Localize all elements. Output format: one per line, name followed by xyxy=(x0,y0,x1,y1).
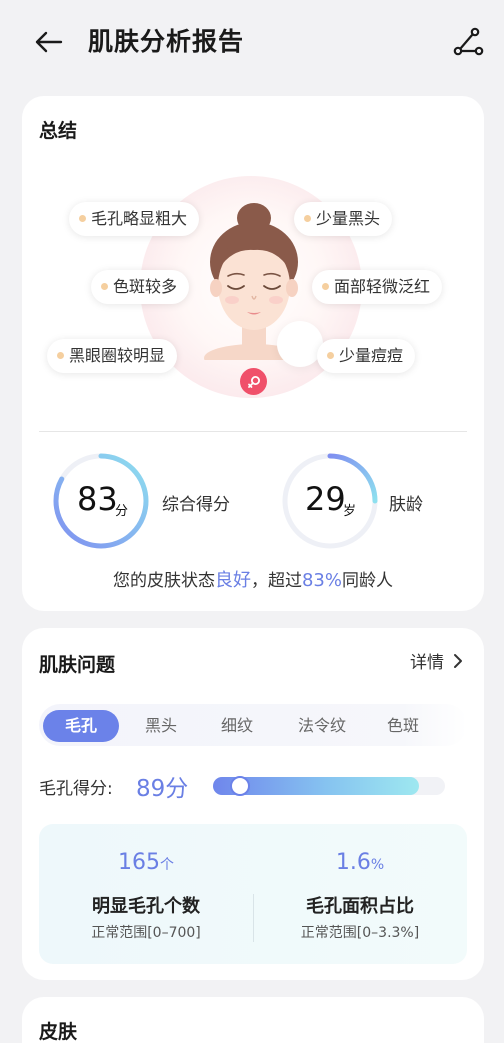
summary-title: 总结 xyxy=(39,120,78,142)
skin-issues-card: 肌肤问题 详情 毛孔 黑头 细纹 法令纹 色斑 毛孔得分: 89分 165个 明… xyxy=(22,628,484,980)
tab-nasolabial-folds[interactable]: 法令纹 xyxy=(285,710,359,742)
overall-score-unit: 分 xyxy=(115,504,129,519)
pore-score-bar xyxy=(213,776,445,796)
issues-title: 肌肤问题 xyxy=(39,654,116,676)
back-button[interactable] xyxy=(30,24,66,60)
skin-age-unit: 岁 xyxy=(343,504,357,519)
skin-tag: 黑眼圈较明显 xyxy=(47,339,178,373)
skin-tag: 面部轻微泛红 xyxy=(312,270,443,304)
stat-range: 正常范围[0–3.3%] xyxy=(300,925,420,941)
summary-card: 总结 毛孔略显粗大 少量黑头 色斑较多 面部轻微泛红 黑眼圈较明显 少量痘痘 8… xyxy=(22,96,484,611)
pore-stats-panel: 165个 明显毛孔个数 正常范围[0–700] 1.6% 毛孔面积占比 正常范围… xyxy=(39,824,467,964)
overall-score-value: 83 xyxy=(77,480,118,518)
stat-name: 毛孔面积占比 xyxy=(306,896,414,917)
tab-pores[interactable]: 毛孔 xyxy=(43,710,119,742)
pore-score-marker xyxy=(230,776,250,796)
pore-score-value: 89分 xyxy=(136,776,189,802)
stat-name: 明显毛孔个数 xyxy=(92,896,200,917)
chevron-right-icon xyxy=(454,653,462,668)
status-suffix: 同龄人 xyxy=(342,571,393,591)
stat-number: 165 xyxy=(118,850,160,875)
arrow-left-icon xyxy=(35,31,63,53)
status-prefix: 您的皮肤状态 xyxy=(112,571,215,591)
top-bar: 肌肤分析报告 xyxy=(0,0,504,84)
issue-tabs: 毛孔 黑头 细纹 法令纹 色斑 xyxy=(39,704,467,746)
stat-pore-count: 165个 明显毛孔个数 正常范围[0–700] xyxy=(39,824,253,964)
stat-range: 正常范围[0–700] xyxy=(91,925,201,941)
tab-fine-lines[interactable]: 细纹 xyxy=(207,710,267,742)
skin-card: 皮肤 xyxy=(22,997,484,1043)
stat-value: 1.6% xyxy=(253,850,467,875)
share-nodes-icon xyxy=(453,27,484,56)
tab-blackheads[interactable]: 黑头 xyxy=(131,710,191,742)
stat-unit: 个 xyxy=(160,857,174,873)
stat-pore-area: 1.6% 毛孔面积占比 正常范围[0–3.3%] xyxy=(253,824,467,964)
status-value: 良好 xyxy=(214,570,251,591)
skin-tag: 色斑较多 xyxy=(91,270,190,304)
details-label: 详情 xyxy=(410,653,444,673)
status-middle: ，超过 xyxy=(250,571,302,591)
overall-score-label: 综合得分 xyxy=(162,495,230,515)
pore-score-label: 毛孔得分: xyxy=(39,779,113,799)
details-link[interactable]: 详情 xyxy=(410,648,466,673)
skin-tag: 毛孔略显粗大 xyxy=(69,202,200,236)
status-percent: 83% xyxy=(301,570,342,591)
stat-value: 165个 xyxy=(39,850,253,875)
divider xyxy=(39,431,467,432)
skin-age-value: 29 xyxy=(305,480,346,518)
status-sentence: 您的皮肤状态良好，超过83%同龄人 xyxy=(22,566,484,592)
skin-title: 皮肤 xyxy=(39,1021,78,1043)
skin-tag: 少量痘痘 xyxy=(317,339,416,373)
stat-unit: % xyxy=(370,857,385,873)
page-title: 肌肤分析报告 xyxy=(88,27,245,56)
female-icon xyxy=(240,368,267,395)
skin-tag: 少量黑头 xyxy=(294,202,393,236)
decorative-bubble xyxy=(277,321,323,367)
share-button[interactable] xyxy=(448,22,488,62)
skin-age-label: 肤龄 xyxy=(389,495,423,515)
stat-number: 1.6 xyxy=(335,850,371,875)
tab-spots[interactable]: 色斑 xyxy=(373,710,433,742)
